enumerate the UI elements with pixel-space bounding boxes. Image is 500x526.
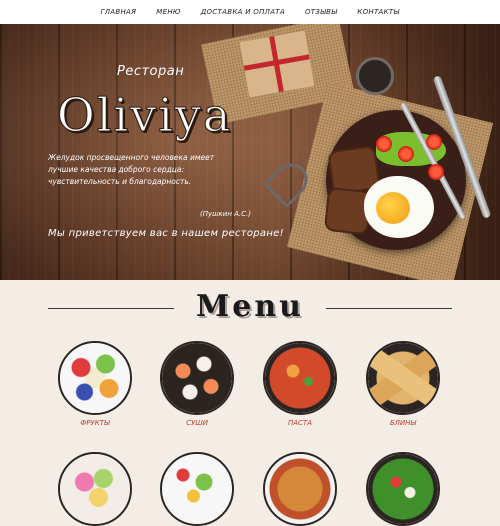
pasta-dish-icon[interactable] (263, 341, 337, 415)
menu-category-crepes[interactable]: Блины (358, 419, 448, 427)
tomato-icon (376, 136, 392, 152)
nav-item-home[interactable]: Главная (101, 8, 137, 16)
divider-right (326, 308, 452, 309)
menu-category-fruits[interactable]: Фрукты (50, 419, 140, 427)
crepes-dish-icon[interactable] (366, 341, 440, 415)
soup-dish-icon[interactable] (263, 452, 337, 526)
quote-line: Желудок просвещенного человека имеет (48, 153, 215, 162)
hero-banner: Ресторан Oliviya Желудок просвещенного ч… (0, 24, 500, 280)
nav-item-delivery[interactable]: Доставка и оплата (201, 8, 285, 16)
hero-quote: Желудок просвещенного человека имеет луч… (48, 152, 248, 188)
greens-salad-dish-icon[interactable] (366, 452, 440, 526)
pepper-bowl-icon (356, 57, 394, 95)
hero-subtitle: Ресторан (117, 64, 185, 79)
tomato-icon (428, 164, 444, 180)
quote-author: (Пушкин А.С.) (200, 210, 251, 218)
fruits-dish-icon[interactable] (58, 341, 132, 415)
ice-cream-dish-icon[interactable] (58, 452, 132, 526)
welcome-message: Мы приветствуем вас в нашем ресторане! (48, 228, 284, 239)
menu-heading: Menu (196, 289, 304, 324)
sushi-dish-icon[interactable] (160, 341, 234, 415)
quote-line: чувствительность и благодарность. (48, 177, 192, 186)
nav-item-reviews[interactable]: Отзывы (305, 8, 337, 16)
nav-item-contacts[interactable]: Контакты (357, 8, 399, 16)
fried-egg-icon (364, 176, 434, 238)
menu-category-sushi[interactable]: Суши (152, 419, 242, 427)
menu-category-pasta[interactable]: Паста (255, 419, 345, 427)
salad-dish-icon[interactable] (160, 452, 234, 526)
gift-box-icon (239, 30, 315, 98)
top-navigation: Главная Меню Доставка и оплата Отзывы Ко… (0, 0, 500, 24)
nav-item-menu[interactable]: Меню (156, 8, 180, 16)
tomato-icon (398, 146, 414, 162)
quote-line: лучшие качества доброго сердца: (48, 165, 185, 174)
brand-logo-text: Oliviya (56, 88, 233, 143)
tomato-icon (426, 134, 442, 150)
